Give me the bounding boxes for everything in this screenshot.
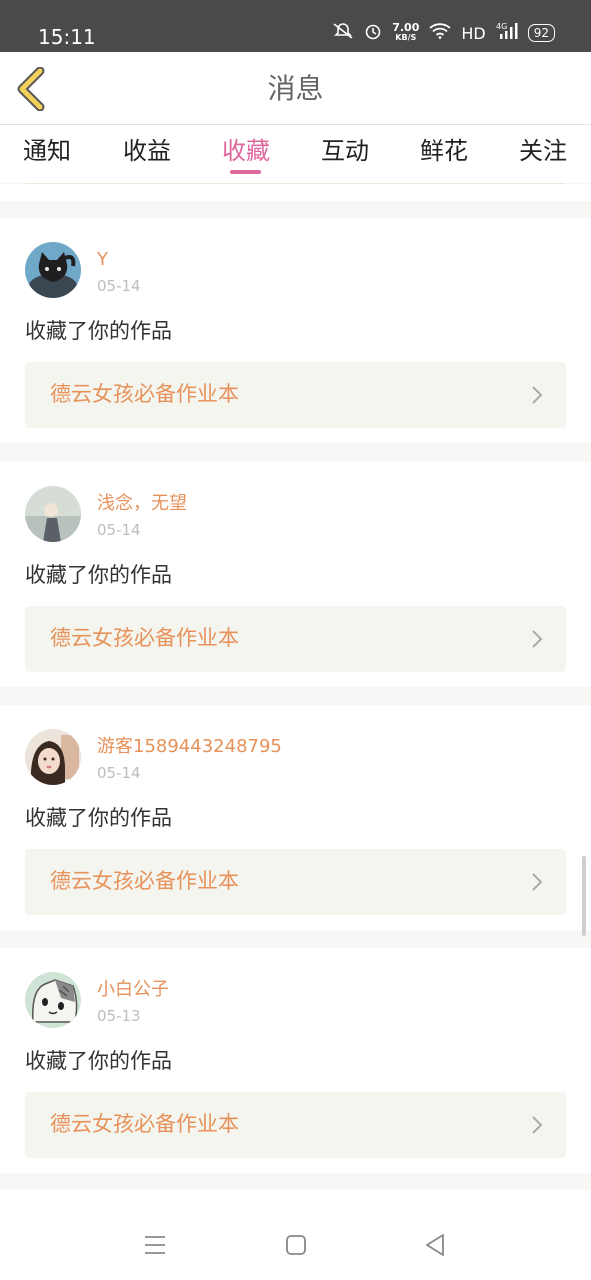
header-spacer: [0, 184, 591, 201]
signal-icon: 4G: [496, 22, 518, 44]
message-text: 收藏了你的作品: [25, 1049, 172, 1073]
tab-earnings[interactable]: 收益: [107, 135, 187, 167]
work-title: 德云女孩必备作业本: [50, 626, 239, 650]
status-bar: 15:11 7.00 KB/S HD 4G 92: [0, 0, 591, 52]
tab-interactions[interactable]: 互动: [305, 135, 385, 167]
hd-label: HD: [461, 23, 486, 43]
back-triangle-icon[interactable]: [422, 1232, 448, 1258]
message-date: 05-13: [97, 1007, 141, 1025]
avatar[interactable]: [25, 486, 81, 542]
active-tab-indicator: [230, 170, 261, 174]
message-card: Y 05-14 收藏了你的作品 德云女孩必备作业本: [0, 218, 591, 443]
system-nav-bar: [0, 1190, 591, 1280]
chevron-right-icon: [532, 386, 543, 404]
message-text: 收藏了你的作品: [25, 319, 172, 343]
user-name[interactable]: 浅念，无望: [97, 492, 187, 516]
girl-photo-avatar-icon: [25, 486, 81, 542]
chevron-right-icon: [532, 873, 543, 891]
black-cat-avatar-icon: [25, 242, 81, 298]
user-name[interactable]: Y: [97, 248, 108, 272]
work-link[interactable]: 德云女孩必备作业本: [25, 849, 566, 915]
header: 消息: [0, 52, 591, 125]
scrollbar[interactable]: [582, 856, 586, 936]
avatar[interactable]: [25, 729, 81, 785]
menu-icon[interactable]: [142, 1232, 168, 1258]
message-date: 05-14: [97, 521, 141, 539]
status-time: 15:11: [38, 25, 96, 49]
tab-following[interactable]: 关注: [503, 135, 583, 167]
speed-value: 7.00: [392, 21, 420, 34]
message-date: 05-14: [97, 764, 141, 782]
alarm-icon: [364, 22, 382, 44]
cartoon-cat-avatar-icon: [25, 972, 81, 1028]
work-link[interactable]: 德云女孩必备作业本: [25, 606, 566, 672]
wifi-icon: [429, 23, 451, 43]
chevron-right-icon: [532, 1116, 543, 1134]
avatar[interactable]: [25, 242, 81, 298]
work-link[interactable]: 德云女孩必备作业本: [25, 362, 566, 428]
tab-notifications[interactable]: 通知: [7, 135, 87, 167]
home-icon[interactable]: [283, 1232, 309, 1258]
user-name[interactable]: 小白公子: [97, 978, 169, 1002]
avatar[interactable]: [25, 972, 81, 1028]
chevron-right-icon: [532, 630, 543, 648]
message-card: 小白公子 05-13 收藏了你的作品 德云女孩必备作业本: [0, 948, 591, 1173]
work-title: 德云女孩必备作业本: [50, 869, 239, 893]
tab-bar: 通知 收益 收藏 互动 鲜花 关注: [0, 125, 591, 183]
user-name[interactable]: 游客1589443248795: [97, 735, 282, 759]
message-card: 游客1589443248795 05-14 收藏了你的作品 德云女孩必备作业本: [0, 705, 591, 930]
work-title: 德云女孩必备作业本: [50, 1112, 239, 1136]
mute-icon: [332, 22, 354, 44]
status-icons: 7.00 KB/S HD 4G 92: [332, 22, 555, 44]
message-text: 收藏了你的作品: [25, 806, 172, 830]
network-type: 4G: [496, 22, 507, 31]
girl-portrait-avatar-icon: [25, 729, 81, 785]
message-text: 收藏了你的作品: [25, 563, 172, 587]
network-speed: 7.00 KB/S: [392, 21, 420, 43]
page-title: 消息: [267, 72, 324, 105]
tab-flowers[interactable]: 鲜花: [404, 135, 484, 167]
work-link[interactable]: 德云女孩必备作业本: [25, 1092, 566, 1158]
message-date: 05-14: [97, 277, 141, 295]
battery-indicator: 92: [527, 24, 555, 42]
work-title: 德云女孩必备作业本: [50, 382, 239, 406]
tab-favorites[interactable]: 收藏: [206, 135, 286, 167]
speed-unit: KB/S: [395, 33, 417, 42]
message-card: 浅念，无望 05-14 收藏了你的作品 德云女孩必备作业本: [0, 462, 591, 687]
